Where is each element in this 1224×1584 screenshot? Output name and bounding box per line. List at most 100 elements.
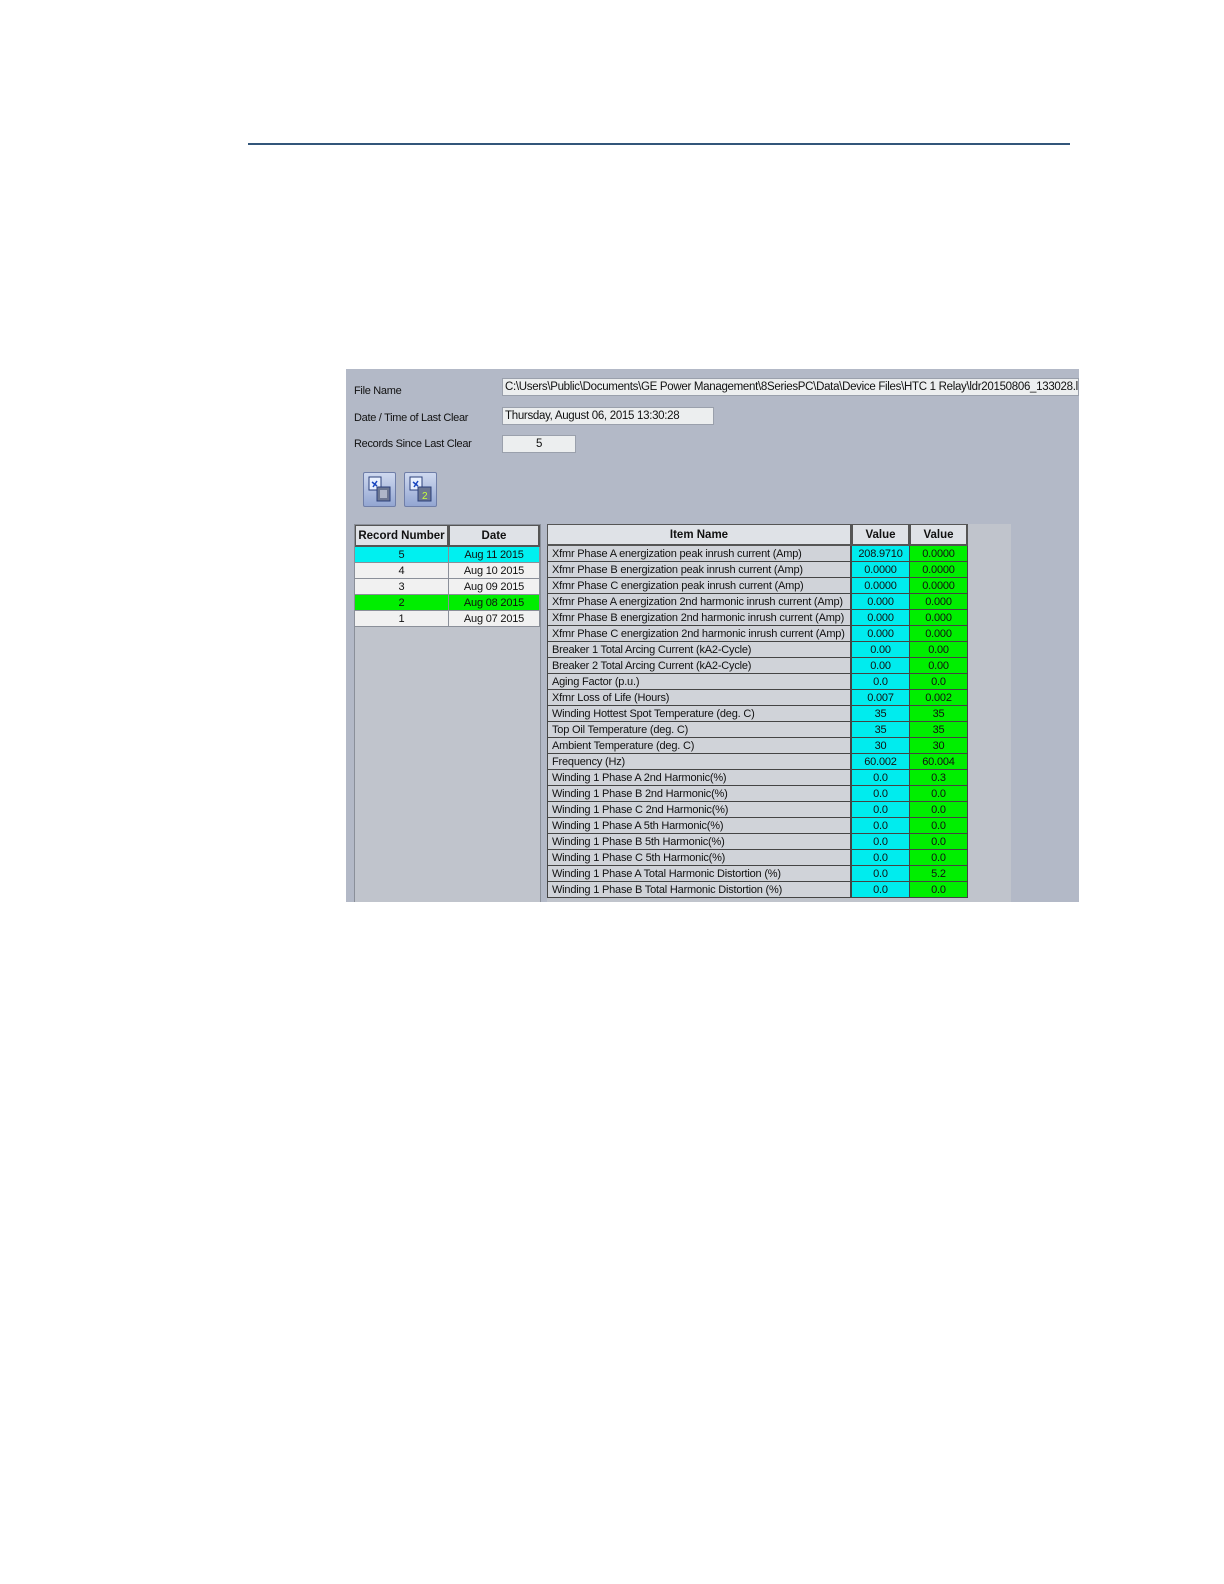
record-date-cell: Aug 11 2015 [449, 547, 540, 563]
item-value-2-cell: 5.2 [910, 866, 968, 882]
item-row[interactable]: Aging Factor (p.u.) 0.0 0.0 [547, 674, 968, 690]
last-clear-label: Date / Time of Last Clear [354, 412, 469, 424]
item-row[interactable]: Winding 1 Phase C 5th Harmonic(%) 0.0 0.0 [547, 850, 968, 866]
item-value-2-cell: 0.0 [910, 674, 968, 690]
record-row[interactable]: 5 Aug 11 2015 [355, 547, 540, 563]
item-value-1-cell: 0.00 [852, 658, 910, 674]
item-name-cell: Frequency (Hz) [547, 754, 852, 770]
item-value-2-cell: 0.000 [910, 594, 968, 610]
item-name-cell: Winding Hottest Spot Temperature (deg. C… [547, 706, 852, 722]
record-row[interactable]: 2 Aug 08 2015 [355, 595, 540, 611]
item-value-1-cell: 35 [852, 722, 910, 738]
item-row[interactable]: Breaker 1 Total Arcing Current (kA2-Cycl… [547, 642, 968, 658]
item-value-1-cell: 0.0 [852, 818, 910, 834]
item-value-2-cell: 0.002 [910, 690, 968, 706]
records-grid: Record Number Date 5 Aug 11 2015 4 Aug 10 2… [354, 524, 541, 902]
item-row[interactable]: Ambient Temperature (deg. C) 30 30 [547, 738, 968, 754]
records-since-clear-field[interactable]: 5 [502, 435, 576, 453]
item-value-2-cell: 0.0 [910, 882, 968, 898]
item-row[interactable]: Winding 1 Phase A Total Harmonic Distort… [547, 866, 968, 882]
item-value-2-cell: 0.0 [910, 834, 968, 850]
record-number-cell: 5 [355, 547, 449, 563]
item-name-cell: Winding 1 Phase A 5th Harmonic(%) [547, 818, 852, 834]
item-value-2-cell: 60.004 [910, 754, 968, 770]
item-name-cell: Winding 1 Phase A 2nd Harmonic(%) [547, 770, 852, 786]
item-value-1-cell: 0.0000 [852, 578, 910, 594]
item-value-1-cell: 0.0 [852, 834, 910, 850]
item-name-cell: Xfmr Phase A energization 2nd harmonic i… [547, 594, 852, 610]
item-value-2-cell: 0.0 [910, 850, 968, 866]
item-value-2-cell: 0.0000 [910, 578, 968, 594]
record-row[interactable]: 4 Aug 10 2015 [355, 563, 540, 579]
item-row[interactable]: Xfmr Loss of Life (Hours) 0.007 0.002 [547, 690, 968, 706]
item-row[interactable]: Xfmr Phase B energization peak inrush cu… [547, 562, 968, 578]
item-name-cell: Xfmr Phase C energization peak inrush cu… [547, 578, 852, 594]
item-name-cell: Xfmr Phase C energization 2nd harmonic i… [547, 626, 852, 642]
item-row[interactable]: Winding 1 Phase A 2nd Harmonic(%) 0.0 0.3 [547, 770, 968, 786]
item-value-1-cell: 0.0 [852, 770, 910, 786]
item-name-cell: Winding 1 Phase B Total Harmonic Distort… [547, 882, 852, 898]
item-row[interactable]: Winding Hottest Spot Temperature (deg. C… [547, 706, 968, 722]
column-header-record-number[interactable]: Record Number [355, 525, 449, 547]
item-value-2-cell: 30 [910, 738, 968, 754]
file-name-field[interactable]: C:\Users\Public\Documents\GE Power Manag… [502, 378, 1079, 396]
item-row[interactable]: Winding 1 Phase B 5th Harmonic(%) 0.0 0.0 [547, 834, 968, 850]
column-header-value-2[interactable]: Value [910, 524, 968, 546]
learned-data-recorder-panel: File Name C:\Users\Public\Documents\GE P… [346, 369, 1079, 902]
item-value-1-cell: 0.000 [852, 610, 910, 626]
item-name-cell: Winding 1 Phase B 5th Harmonic(%) [547, 834, 852, 850]
record-row[interactable]: 1 Aug 07 2015 [355, 611, 540, 627]
records-since-clear-label: Records Since Last Clear [354, 438, 472, 450]
item-row[interactable]: Top Oil Temperature (deg. C) 35 35 [547, 722, 968, 738]
item-name-cell: Ambient Temperature (deg. C) [547, 738, 852, 754]
item-row[interactable]: Winding 1 Phase A 5th Harmonic(%) 0.0 0.0 [547, 818, 968, 834]
item-row[interactable]: Xfmr Phase A energization peak inrush cu… [547, 546, 968, 562]
item-row[interactable]: Breaker 2 Total Arcing Current (kA2-Cycl… [547, 658, 968, 674]
item-value-2-cell: 0.0 [910, 786, 968, 802]
last-clear-field[interactable]: Thursday, August 06, 2015 13:30:28 [502, 407, 714, 425]
column-header-value-1[interactable]: Value [852, 524, 910, 546]
item-row[interactable]: Xfmr Phase C energization peak inrush cu… [547, 578, 968, 594]
item-row[interactable]: Xfmr Phase B energization 2nd harmonic i… [547, 610, 968, 626]
item-row[interactable]: Xfmr Phase C energization 2nd harmonic i… [547, 626, 968, 642]
item-value-1-cell: 0.0 [852, 882, 910, 898]
record-number-cell: 2 [355, 595, 449, 611]
item-value-1-cell: 0.000 [852, 626, 910, 642]
item-row[interactable]: Frequency (Hz) 60.002 60.004 [547, 754, 968, 770]
select-record-2-icon: 2 [409, 476, 432, 502]
item-row[interactable]: Xfmr Phase A energization 2nd harmonic i… [547, 594, 968, 610]
item-name-cell: Winding 1 Phase C 2nd Harmonic(%) [547, 802, 852, 818]
items-table: Item Name Value Value Xfmr Phase A energ… [547, 524, 968, 898]
item-value-1-cell: 0.00 [852, 642, 910, 658]
item-value-2-cell: 0.0000 [910, 562, 968, 578]
item-name-cell: Breaker 2 Total Arcing Current (kA2-Cycl… [547, 658, 852, 674]
item-value-2-cell: 0.00 [910, 658, 968, 674]
item-name-cell: Xfmr Phase A energization peak inrush cu… [547, 546, 852, 562]
column-header-item-name[interactable]: Item Name [547, 524, 852, 546]
item-value-2-cell: 0.000 [910, 626, 968, 642]
item-value-1-cell: 0.0 [852, 802, 910, 818]
record-number-cell: 1 [355, 611, 449, 627]
item-name-cell: Xfmr Phase B energization 2nd harmonic i… [547, 610, 852, 626]
item-value-2-cell: 35 [910, 706, 968, 722]
item-name-cell: Winding 1 Phase B 2nd Harmonic(%) [547, 786, 852, 802]
item-name-cell: Xfmr Phase B energization peak inrush cu… [547, 562, 852, 578]
records-table: Record Number Date 5 Aug 11 2015 4 Aug 10 2… [355, 525, 540, 627]
record-date-cell: Aug 09 2015 [449, 579, 540, 595]
item-row[interactable]: Winding 1 Phase C 2nd Harmonic(%) 0.0 0.0 [547, 802, 968, 818]
select-record-1-icon [368, 476, 391, 502]
item-row[interactable]: Winding 1 Phase B 2nd Harmonic(%) 0.0 0.0 [547, 786, 968, 802]
item-value-1-cell: 0.0 [852, 850, 910, 866]
record-date-cell: Aug 10 2015 [449, 563, 540, 579]
select-record-1-button[interactable] [363, 472, 396, 507]
item-value-1-cell: 0.0 [852, 866, 910, 882]
item-value-1-cell: 60.002 [852, 754, 910, 770]
item-row[interactable]: Winding 1 Phase B Total Harmonic Distort… [547, 882, 968, 898]
item-value-1-cell: 0.007 [852, 690, 910, 706]
item-name-cell: Aging Factor (p.u.) [547, 674, 852, 690]
file-name-label: File Name [354, 385, 402, 397]
column-header-date[interactable]: Date [449, 525, 540, 547]
record-row[interactable]: 3 Aug 09 2015 [355, 579, 540, 595]
item-value-2-cell: 0.0 [910, 818, 968, 834]
select-record-2-button[interactable]: 2 [404, 472, 437, 507]
